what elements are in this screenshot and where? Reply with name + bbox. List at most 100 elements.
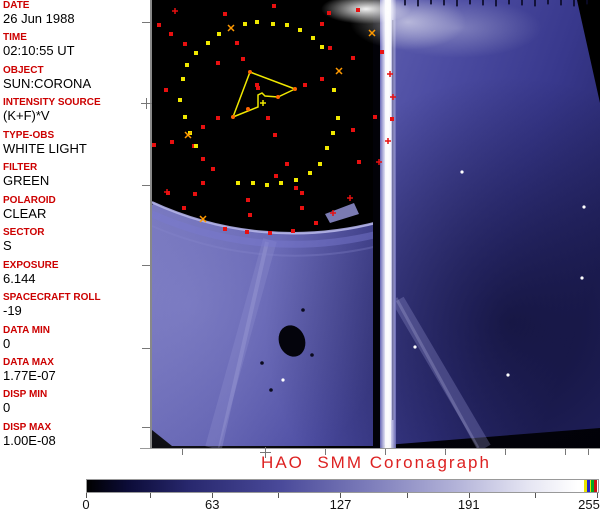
star-marker-red — [274, 174, 278, 178]
sprocket-mark — [573, 0, 575, 6]
star-marker-red — [223, 12, 227, 16]
star-marker-red — [157, 23, 161, 27]
star-marker-red — [211, 167, 215, 171]
star-marker-red — [303, 83, 307, 87]
metadata-field: DISP MIN0 — [3, 390, 149, 415]
star-dot-white — [413, 345, 416, 348]
star-marker-yellow — [251, 181, 255, 185]
left-axis-tick — [142, 427, 150, 428]
colorbar-tick-label: 63 — [205, 497, 219, 512]
polygon-vertex-dot — [276, 95, 280, 99]
sprocket-mark — [482, 0, 484, 5]
dust-speck — [301, 308, 305, 312]
field-value: GREEN — [3, 174, 149, 188]
sprocket-mark — [521, 0, 523, 5]
star-marker-red — [314, 221, 318, 225]
page-title: HAO SMM Coronagraph — [152, 453, 600, 473]
field-label: OBJECT — [3, 66, 149, 76]
star-marker-red — [300, 206, 304, 210]
dust-speck — [310, 353, 314, 357]
field-value: 1.00E-08 — [3, 434, 149, 448]
field-value: CLEAR — [3, 207, 149, 221]
field-label: DISP MIN — [3, 390, 149, 400]
sprocket-mark — [495, 0, 497, 6]
star-marker-yellow — [255, 20, 259, 24]
star-marker-red — [216, 61, 220, 65]
field-label: DATA MIN — [3, 326, 149, 336]
field-label: DISP MAX — [3, 423, 149, 433]
field-value: 26 Jun 1988 — [3, 12, 149, 26]
star-marker-red — [255, 83, 259, 87]
coronagraph-image — [152, 0, 600, 448]
colorbar-tick — [278, 493, 279, 498]
star-marker-red — [294, 186, 298, 190]
star-marker-yellow — [332, 88, 336, 92]
left-axis-tick — [142, 185, 150, 186]
field-value: 6.144 — [3, 272, 149, 286]
metadata-panel: DATE26 Jun 1988TIME02:10:55 UTOBJECTSUN:… — [0, 0, 150, 448]
polygon-vertex-dot — [248, 70, 252, 74]
field-label: POLAROID — [3, 196, 149, 206]
metadata-field: FILTERGREEN — [3, 163, 149, 188]
metadata-field: SPACECRAFT ROLL-19 — [3, 293, 149, 318]
star-dot-white — [582, 205, 585, 208]
colorbar — [86, 479, 599, 493]
star-marker-red — [201, 181, 205, 185]
star-marker-red — [327, 11, 331, 15]
star-marker-yellow — [325, 146, 329, 150]
star-marker-yellow — [308, 171, 312, 175]
star-dot-white — [580, 276, 583, 279]
star-marker-red — [223, 227, 227, 231]
sprocket-mark — [508, 0, 510, 4]
star-marker-yellow — [311, 36, 315, 40]
star-marker-red — [152, 143, 156, 147]
coronagraph-display-window: DATE26 Jun 1988TIME02:10:55 UTOBJECTSUN:… — [0, 0, 600, 512]
star-marker-yellow — [265, 183, 269, 187]
star-dot-white — [460, 170, 463, 173]
field-label: DATE — [3, 1, 149, 11]
field-value: 02:10:55 UT — [3, 44, 149, 58]
polygon-vertex-dot — [231, 115, 235, 119]
image-bottom-axis-line — [140, 448, 600, 449]
star-marker-yellow — [279, 181, 283, 185]
left-axis-plus — [146, 98, 147, 109]
sprocket-mark — [534, 0, 536, 6]
star-marker-red — [169, 32, 173, 36]
star-marker-yellow — [320, 45, 324, 49]
star-marker-yellow — [331, 131, 335, 135]
star-marker-red — [272, 4, 276, 8]
metadata-field: TYPE-OBSWHITE LIGHT — [3, 131, 149, 156]
polygon-vertex-dot — [246, 107, 250, 111]
field-value: (K+F)*V — [3, 109, 149, 123]
star-marker-yellow — [298, 28, 302, 32]
colorbar-tick-label: 127 — [330, 497, 352, 512]
field-label: EXPOSURE — [3, 261, 149, 271]
star-marker-red — [170, 140, 174, 144]
dust-speck — [269, 388, 273, 392]
field-label: DATA MAX — [3, 358, 149, 368]
field-value: WHITE LIGHT — [3, 142, 149, 156]
star-marker-red — [373, 115, 377, 119]
star-marker-red — [201, 157, 205, 161]
star-marker-red — [380, 50, 384, 54]
star-dot-white — [506, 373, 509, 376]
field-value: -19 — [3, 304, 149, 318]
sprocket-mark — [547, 0, 549, 4]
star-marker-red — [183, 42, 187, 46]
sprocket-mark — [586, 0, 588, 4]
sprocket-mark — [430, 0, 432, 4]
star-marker-yellow — [194, 144, 198, 148]
star-marker-red — [357, 160, 361, 164]
image-viewport[interactable] — [152, 0, 600, 448]
dust-speck — [260, 361, 264, 365]
star-marker-yellow — [178, 98, 182, 102]
star-marker-red — [300, 191, 304, 195]
star-marker-yellow — [183, 115, 187, 119]
star-marker-red — [245, 230, 249, 234]
star-marker-red — [351, 128, 355, 132]
left-axis-tick — [142, 348, 150, 349]
colorbar-tick-label: 191 — [458, 497, 480, 512]
field-value: S — [3, 239, 149, 253]
sprocket-mark — [404, 0, 406, 5]
star-marker-red — [285, 162, 289, 166]
